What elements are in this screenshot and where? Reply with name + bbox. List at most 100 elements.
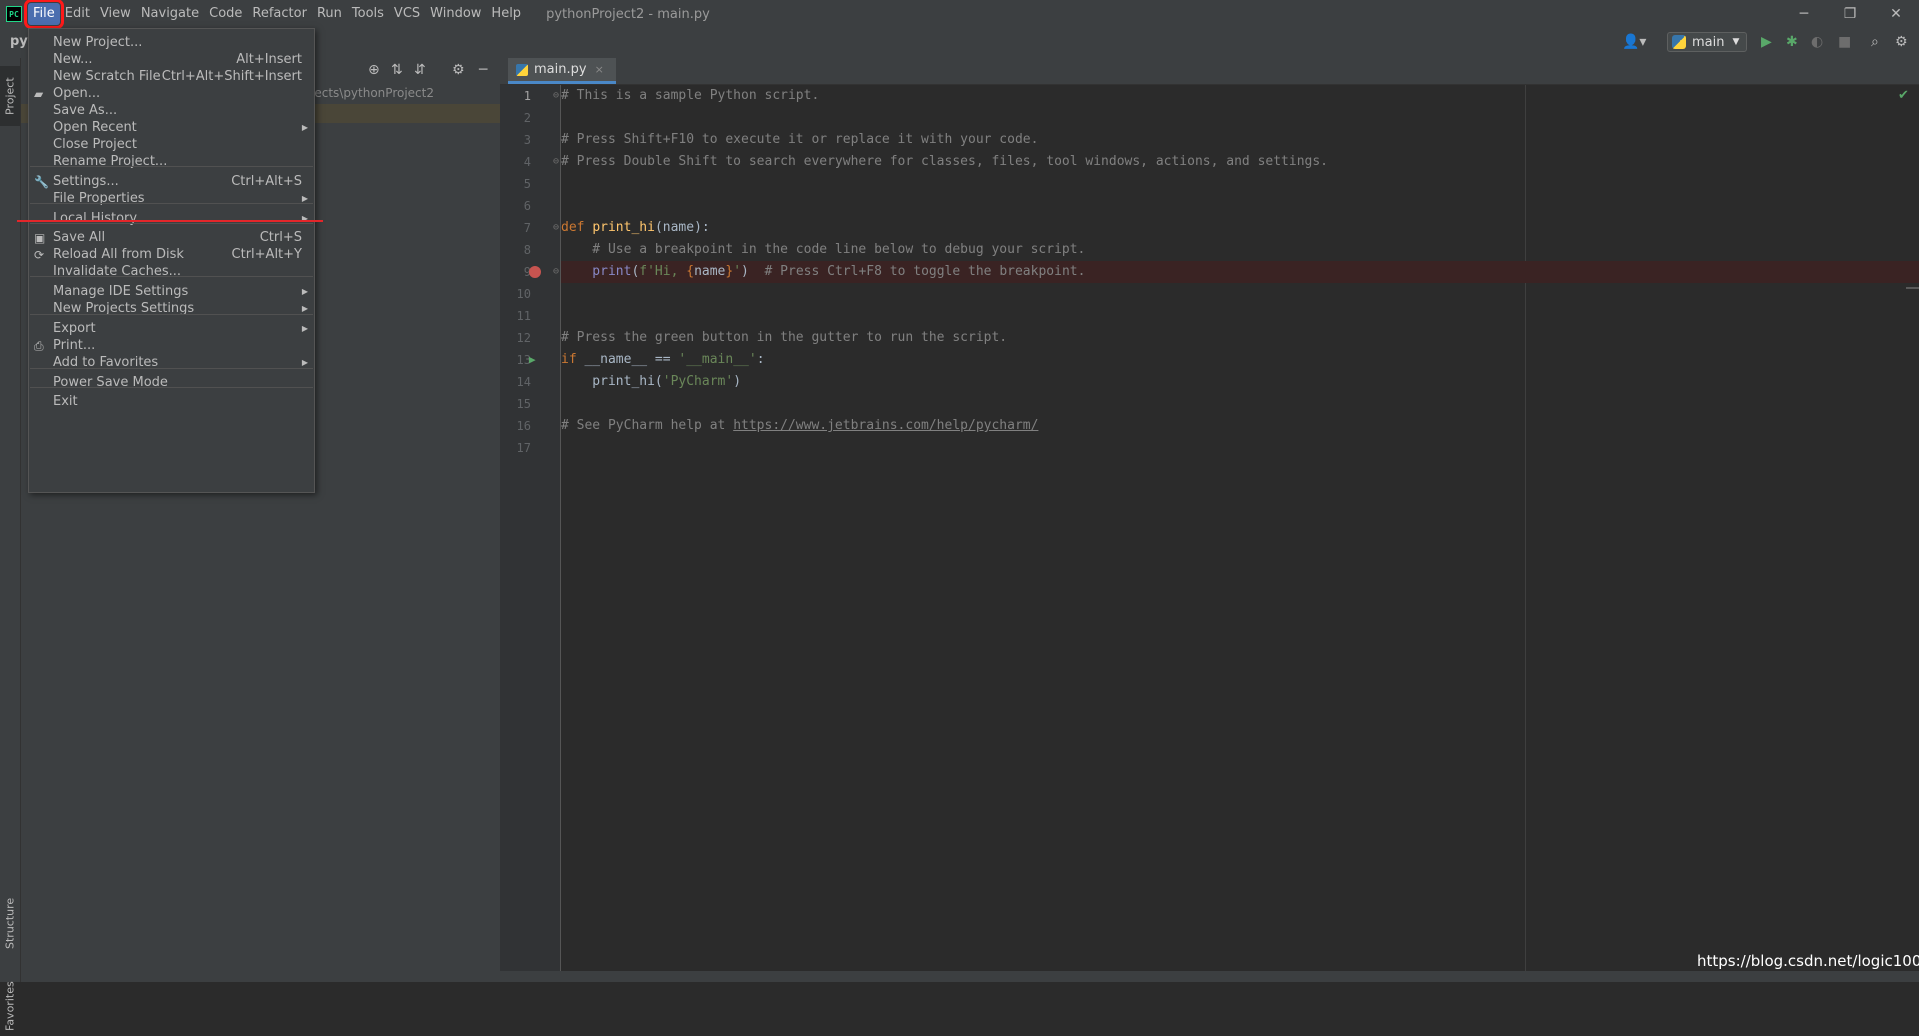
project-root-path[interactable]: jects\pythonProject2 (311, 86, 434, 100)
line-number[interactable]: 3 (501, 129, 531, 151)
file-menu-item-local-history[interactable]: Local History ▶ (29, 209, 314, 229)
left-tool-stripe: Project Structure Favorites (0, 58, 21, 1031)
collapse-all-icon[interactable]: ⇵ (414, 62, 426, 78)
code-line[interactable]: 1 ⊖ # This is a sample Python script. (524, 85, 1919, 107)
tool-tab-project[interactable]: Project (0, 66, 20, 126)
hide-icon[interactable]: ─ (479, 62, 487, 78)
menu-help[interactable]: Help (486, 3, 526, 25)
line-number[interactable]: 2 (501, 107, 531, 129)
line-number[interactable]: 11 (501, 305, 531, 327)
code-line[interactable]: 4 ⊖ # Press Double Shift to search everywh… (524, 151, 1919, 173)
code-line[interactable]: 8 # Use a breakpoint in the code line be… (524, 239, 1919, 261)
run-icon[interactable]: ▶ (1761, 34, 1772, 50)
menu-refactor[interactable]: Refactor (247, 3, 312, 25)
menu-separator (30, 166, 313, 167)
menu-tools[interactable]: Tools (347, 3, 389, 25)
code-line[interactable]: 3 # Press Shift+F10 to execute it or repl… (524, 129, 1919, 151)
code-line[interactable]: 10 (517, 283, 1919, 305)
watermark: https://blog.csdn.net/logic1001 (1697, 952, 1919, 970)
close-icon[interactable]: ✕ (1873, 0, 1919, 28)
line-number[interactable]: 8 (501, 239, 531, 261)
menu-code[interactable]: Code (204, 3, 247, 25)
line-number[interactable]: 15 (501, 393, 531, 415)
code-line[interactable]: 14 print_hi('PyCharm') (517, 371, 1919, 393)
menu-edit[interactable]: Edit (60, 3, 95, 25)
expand-all-icon[interactable]: ⇅ (391, 62, 403, 78)
fold-icon[interactable]: ⊖ (553, 217, 559, 239)
code-editor[interactable]: 1 ⊖ # This is a sample Python script. 2 3 # P… (517, 85, 1919, 982)
tool-tab-structure[interactable]: Structure (0, 893, 20, 953)
menu-separator (30, 368, 313, 369)
menu-view[interactable]: View (95, 3, 136, 25)
file-menu-item-add-to-favorites[interactable]: Add to Favorites ▶ (29, 353, 314, 373)
tab-label: main.py (534, 62, 587, 77)
editor-tab-main-py[interactable]: main.py × (508, 58, 616, 84)
line-number[interactable]: 1 (501, 85, 531, 107)
menu-item-label: Invalidate Caches... (53, 264, 182, 279)
line-number[interactable]: 7 (501, 217, 531, 239)
menu-run[interactable]: Run (312, 3, 347, 25)
tool-tab-favorites[interactable]: Favorites (0, 976, 20, 1036)
locate-icon[interactable]: ⊕ (368, 62, 380, 78)
code-line[interactable]: 5 (524, 173, 1919, 195)
code-line[interactable]: 16 # See PyCharm help at https://www.jetb… (517, 415, 1919, 437)
fold-icon[interactable]: ⊖ (553, 261, 559, 283)
close-tab-icon[interactable]: × (595, 63, 604, 76)
code-line[interactable]: 7 ⊖ def print_hi(name): (524, 217, 1919, 239)
line-number[interactable]: 17 (501, 437, 531, 459)
fold-icon[interactable]: ⊖ (553, 85, 559, 107)
coverage-icon[interactable]: ◐ (1811, 34, 1823, 50)
line-number[interactable]: 9 (501, 261, 531, 283)
line-number[interactable]: 14 (501, 371, 531, 393)
line-number[interactable]: 5 (501, 173, 531, 195)
menu-item-label: File Properties (53, 191, 145, 206)
debug-icon[interactable]: ✱ (1786, 34, 1798, 50)
code-token: def (561, 220, 593, 235)
menu-separator (30, 203, 313, 204)
menu-file[interactable]: File (24, 0, 64, 29)
code-line[interactable]: 2 (524, 107, 1919, 129)
restore-icon[interactable]: ❐ (1827, 0, 1873, 28)
line-number[interactable]: 6 (501, 195, 531, 217)
code-line[interactable]: 17 (517, 437, 1919, 459)
project-breadcrumb[interactable]: py (10, 34, 28, 49)
code-token: # This is a sample Python script. (561, 88, 820, 103)
code-line[interactable]: 11 (517, 305, 1919, 327)
run-config-selector[interactable]: main ▼ (1667, 32, 1747, 52)
file-menu-item-new-projects-settings[interactable]: New Projects Settings ▶ (29, 299, 314, 319)
minimize-icon[interactable]: ─ (1781, 0, 1827, 28)
code-line[interactable]: 15 (517, 393, 1919, 415)
menu-navigate[interactable]: Navigate (136, 3, 204, 25)
run-gutter-icon[interactable]: ▶ (529, 349, 536, 371)
fold-icon[interactable]: ⊖ (553, 151, 559, 173)
menu-window[interactable]: Window (425, 3, 486, 25)
line-number[interactable]: 4 (501, 151, 531, 173)
code-token: # Press Double Shift to search everywher… (561, 154, 1329, 169)
user-icon[interactable]: 👤▾ (1622, 34, 1646, 50)
code-line[interactable]: 13 ▶ if __name__ == '__main__': (517, 349, 1919, 371)
line-number[interactable]: 10 (501, 283, 531, 305)
code-line[interactable]: 12 # Press the green button in the gutter… (517, 327, 1919, 349)
line-number[interactable]: 16 (501, 415, 531, 437)
code-line[interactable]: 6 (524, 195, 1919, 217)
file-menu-item-power-save-mode[interactable]: Power Save Mode (29, 373, 314, 393)
file-menu-item-invalidate-caches[interactable]: Invalidate Caches... (29, 262, 314, 282)
stop-icon[interactable]: ■ (1838, 34, 1851, 50)
gear-icon[interactable]: ⚙ (1895, 34, 1908, 50)
submenu-arrow-icon: ▶ (301, 214, 308, 223)
search-icon[interactable]: ⌕ (1871, 34, 1879, 50)
file-menu-item-file-properties[interactable]: File Properties ▶ (29, 189, 314, 209)
submenu-arrow-icon: ▶ (301, 304, 308, 313)
code-token: if (561, 352, 585, 367)
menu-vcs[interactable]: VCS (389, 3, 425, 25)
line-number[interactable]: 12 (501, 327, 531, 349)
code-token[interactable]: https://www.jetbrains.com/help/pycharm/ (733, 418, 1038, 433)
breakpoint-icon[interactable] (529, 266, 541, 278)
code-line[interactable]: 9 ⊖ print(f'Hi, {name}') # Press Ctrl+F8 … (524, 261, 1919, 283)
file-menu-item-exit[interactable]: Exit (29, 392, 314, 412)
code-token: print (561, 264, 632, 279)
gear-icon[interactable]: ⚙ (452, 62, 465, 78)
file-menu-item-rename-project[interactable]: Rename Project... (29, 152, 314, 172)
line-number[interactable]: 13 (501, 349, 531, 371)
scrollbar-marker[interactable] (1906, 287, 1919, 289)
